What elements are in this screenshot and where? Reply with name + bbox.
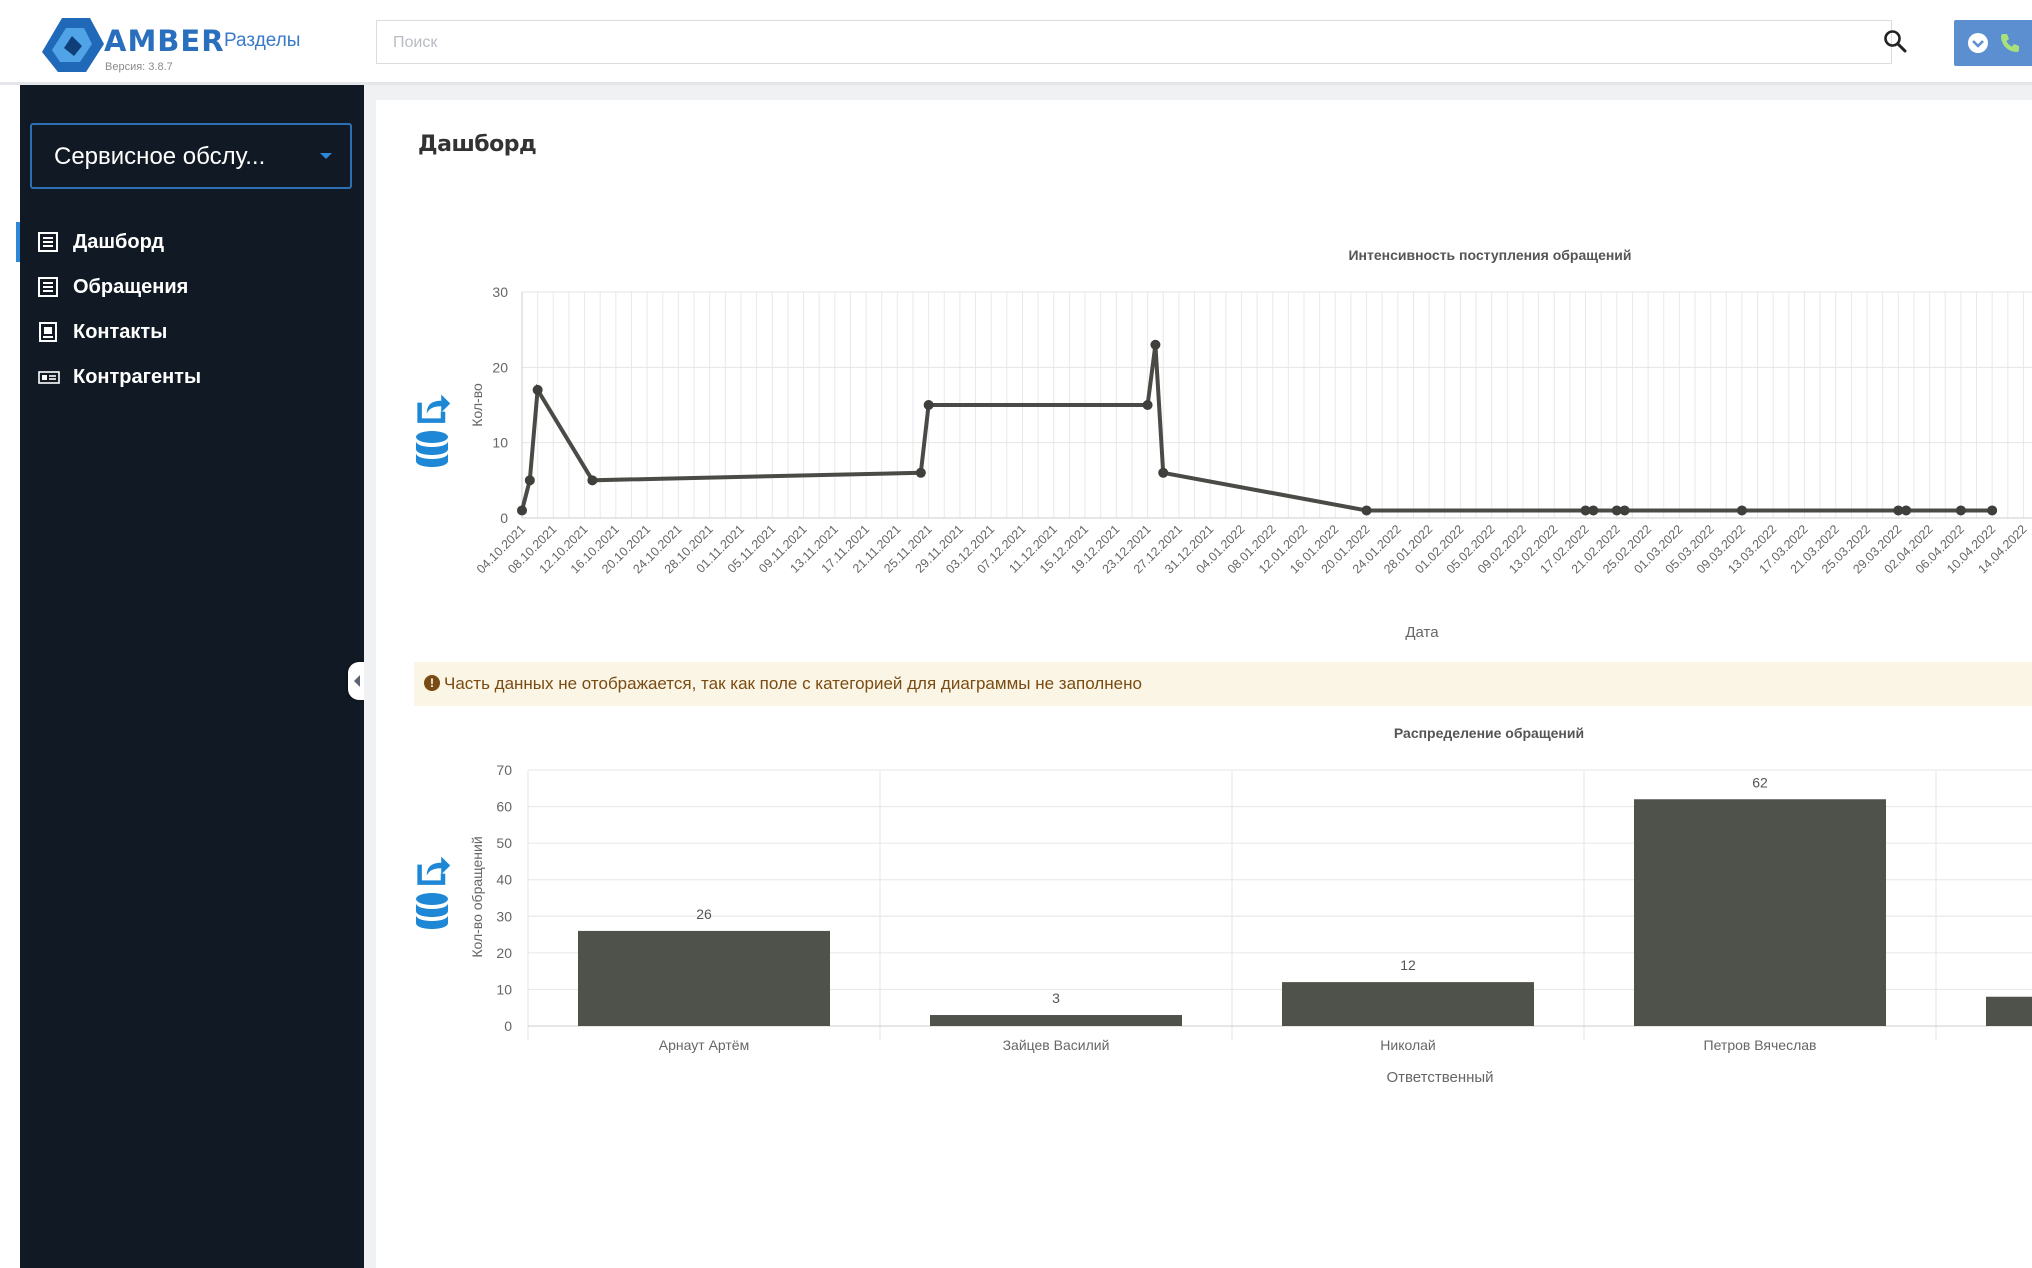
y-tick-label: 10 bbox=[492, 435, 508, 451]
data-point[interactable] bbox=[1588, 505, 1599, 516]
sidebar: Сервисное обслу... Дашборд Обращения Кон… bbox=[16, 85, 364, 1268]
bar[interactable] bbox=[1634, 799, 1886, 1026]
y-tick-label: 60 bbox=[496, 799, 512, 815]
section-selector-label: Сервисное обслу... bbox=[54, 143, 266, 170]
data-point[interactable] bbox=[1901, 505, 1912, 516]
x-tick-label: Николай bbox=[1380, 1037, 1435, 1053]
bar[interactable] bbox=[1282, 982, 1534, 1026]
y-tick-label: 0 bbox=[500, 510, 508, 526]
y-tick-label: 50 bbox=[496, 835, 512, 851]
search-icon[interactable] bbox=[1882, 28, 1908, 54]
y-tick-label: 20 bbox=[492, 359, 508, 375]
distribution-bar-chart: Распределение обращений 010203040506070 … bbox=[469, 725, 2032, 1086]
id-card-icon bbox=[38, 371, 60, 384]
bar-series: 26 Арнаут Артём 3 Зайцев Василий 12 Николай 62… bbox=[578, 774, 2032, 1053]
list-icon bbox=[38, 277, 58, 297]
bar-value-label: 3 bbox=[1052, 990, 1060, 1006]
data-point[interactable] bbox=[923, 400, 934, 410]
sidebar-item-dashboard[interactable]: Дашборд bbox=[16, 222, 364, 262]
data-point[interactable] bbox=[532, 384, 543, 395]
sidebar-item-requests[interactable]: Обращения bbox=[20, 267, 364, 307]
y-axis: 0 10 20 30 40 50 60 70 bbox=[496, 762, 512, 1034]
chart-title: Распределение обращений bbox=[1394, 725, 1584, 741]
sidebar-item-counterparties[interactable]: Контрагенты bbox=[20, 357, 364, 397]
x-tick-label: Зайцев Василий bbox=[1003, 1037, 1110, 1053]
x-axis: 04.10.202108.10.202112.10.202116.10.2021… bbox=[474, 522, 2030, 576]
app-logo-text: AMBER bbox=[104, 24, 225, 58]
y-tick-label: 10 bbox=[496, 981, 512, 997]
app-version: Версия: 3.8.7 bbox=[105, 61, 173, 73]
y-tick-label: 70 bbox=[496, 762, 512, 778]
sidebar-item-label: Контрагенты bbox=[73, 366, 202, 388]
caret-down-icon bbox=[320, 153, 332, 159]
x-axis-label: Дата bbox=[1405, 624, 1439, 641]
chart-title: Интенсивность поступления обращений bbox=[1348, 247, 1631, 263]
data-point[interactable] bbox=[1150, 339, 1161, 350]
bar-value-label: 12 bbox=[1400, 957, 1416, 973]
bar-value-label: 26 bbox=[696, 906, 712, 922]
x-tick-label: Петров Вячеслав bbox=[1704, 1037, 1817, 1053]
list-icon bbox=[38, 232, 58, 252]
sidebar-item-label: Обращения bbox=[73, 276, 189, 298]
search-box bbox=[376, 20, 1892, 64]
y-axis-label: Кол-во bbox=[469, 383, 485, 427]
data-point[interactable] bbox=[1987, 505, 1998, 516]
data-point[interactable] bbox=[1361, 505, 1372, 516]
data-point[interactable] bbox=[517, 505, 527, 516]
y-tick-label: 30 bbox=[492, 284, 508, 300]
y-tick-label: 30 bbox=[496, 908, 512, 924]
bar-value-label: 62 bbox=[1752, 774, 1768, 790]
sections-link[interactable]: Разделы bbox=[224, 30, 300, 52]
y-tick-label: 40 bbox=[496, 872, 512, 888]
intensity-line-chart: Интенсивность поступления обращений 0 10 2… bbox=[469, 247, 2032, 641]
user-menu-button[interactable] bbox=[1954, 20, 2032, 66]
y-axis: 0 10 20 30 bbox=[492, 284, 508, 526]
sidebar-item-label: Контакты bbox=[73, 321, 168, 343]
data-point[interactable] bbox=[524, 475, 535, 486]
data-point[interactable] bbox=[1619, 505, 1630, 516]
data-point[interactable] bbox=[1142, 400, 1153, 410]
data-point[interactable] bbox=[587, 475, 598, 486]
y-tick-label: 0 bbox=[504, 1018, 512, 1034]
sidebar-item-contacts[interactable]: Контакты bbox=[20, 312, 364, 352]
x-axis-label: Ответственный bbox=[1386, 1069, 1493, 1086]
contact-card-icon bbox=[39, 322, 57, 342]
chart-grid bbox=[521, 291, 2032, 519]
data-point[interactable] bbox=[1955, 505, 1966, 516]
data-point[interactable] bbox=[1736, 505, 1747, 516]
data-point[interactable] bbox=[915, 467, 926, 478]
bar[interactable] bbox=[578, 930, 830, 1026]
chevron-down-icon bbox=[1968, 33, 1988, 53]
sidebar-item-label: Дашборд bbox=[73, 231, 165, 253]
exclamation-circle-icon: ! bbox=[424, 675, 440, 691]
section-selector[interactable]: Сервисное обслу... bbox=[30, 123, 352, 189]
y-tick-label: 20 bbox=[496, 945, 512, 961]
data-point[interactable] bbox=[1158, 467, 1169, 478]
bar[interactable] bbox=[1986, 996, 2032, 1026]
phone-icon bbox=[2001, 34, 2019, 52]
page-title: Дашборд bbox=[418, 132, 537, 157]
top-bar: AMBER Версия: 3.8.7 Разделы bbox=[0, 0, 2032, 85]
page-left-margin bbox=[0, 85, 20, 1268]
bar[interactable] bbox=[930, 1015, 1182, 1026]
chevron-left-icon bbox=[354, 675, 360, 687]
warning-text: Часть данных не отображается, так как по… bbox=[444, 674, 1142, 693]
active-indicator bbox=[16, 222, 20, 262]
y-axis-label: Кол-во обращений bbox=[469, 836, 485, 957]
x-tick-label: Арнаут Артём bbox=[659, 1037, 749, 1053]
search-input[interactable] bbox=[391, 29, 1795, 57]
warning-banner: ! Часть данных не отображается, так как … bbox=[414, 662, 2032, 706]
